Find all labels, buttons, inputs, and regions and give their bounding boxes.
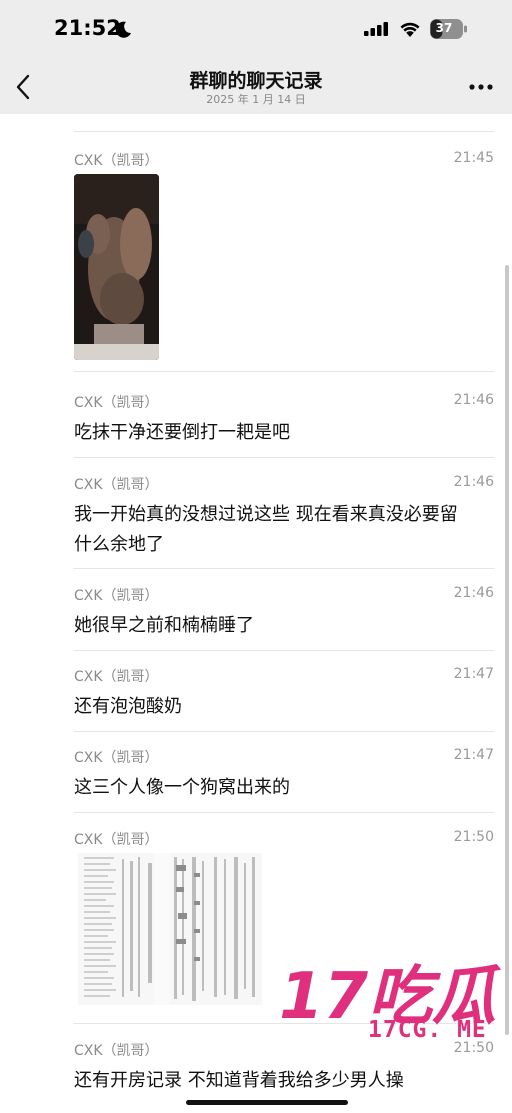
nav-bar: 群聊的聊天记录 2025 年 1 月 14 日: [0, 60, 512, 114]
divider: [74, 568, 494, 569]
video-thumbnail[interactable]: [74, 174, 159, 360]
watermark-domain: 17CG. ME: [368, 1017, 487, 1043]
page-subtitle-date: 2025 年 1 月 14 日: [206, 93, 306, 106]
message-text: 还有泡泡酸奶: [74, 696, 182, 717]
divider: [74, 457, 494, 458]
message-item[interactable]: CXK（凯哥） 21:45: [74, 150, 494, 375]
message-time: 21:46: [453, 585, 494, 601]
status-bar: 21:52 37: [0, 0, 512, 60]
sender-name: CXK（凯哥）: [74, 832, 159, 848]
message-time: 21:50: [453, 829, 494, 845]
message-item[interactable]: CXK（凯哥） 21:46 我一开始真的没想过说这些 现在看来真没必要留 什么余…: [74, 474, 494, 569]
divider: [74, 650, 494, 651]
page-title: 群聊的聊天记录: [189, 70, 323, 92]
message-time: 21:47: [453, 747, 494, 763]
message-item[interactable]: CXK（凯哥） 21:46 她很早之前和楠楠睡了: [74, 585, 494, 651]
divider: [74, 731, 494, 732]
status-time: 21:52: [54, 16, 121, 40]
sender-name: CXK（凯哥）: [74, 588, 159, 604]
sender-name: CXK（凯哥）: [74, 750, 159, 766]
record-screenshot-image: [78, 853, 262, 1005]
more-options-button[interactable]: [464, 74, 498, 100]
video-preview-image: [74, 174, 159, 360]
message-text: 这三个人像一个狗窝出来的: [74, 777, 290, 798]
sender-name: CXK（凯哥）: [74, 1043, 159, 1059]
message-text: 吃抹干净还要倒打一耙是吧: [74, 422, 290, 443]
sender-name: CXK（凯哥）: [74, 395, 159, 411]
message-item[interactable]: CXK（凯哥） 21:47 还有泡泡酸奶: [74, 666, 494, 732]
message-time: 21:47: [453, 666, 494, 682]
sender-name: CXK（凯哥）: [74, 669, 159, 685]
message-item[interactable]: CXK（凯哥） 21:50 还有开房记录 不知道背着我给多少男人操: [74, 1040, 494, 1106]
home-indicator[interactable]: [186, 1100, 348, 1105]
cellular-signal-icon: [364, 22, 388, 36]
wifi-icon: [400, 22, 420, 37]
message-text: 她很早之前和楠楠睡了: [74, 615, 254, 636]
message-item[interactable]: CXK（凯哥） 21:47 这三个人像一个狗窝出来的: [74, 747, 494, 813]
sender-name: CXK（凯哥）: [74, 153, 159, 169]
moon-icon: [115, 21, 131, 38]
message-time: 21:46: [453, 474, 494, 490]
sender-name: CXK（凯哥）: [74, 477, 159, 493]
divider: [74, 131, 494, 132]
message-text: 还有开房记录 不知道背着我给多少男人操: [74, 1070, 404, 1091]
message-text: 我一开始真的没想过说这些 现在看来真没必要留 什么余地了: [74, 504, 458, 555]
message-time: 21:46: [453, 392, 494, 408]
more-dots-icon: [469, 84, 493, 90]
scrollbar[interactable]: [505, 265, 509, 1035]
battery-level: 37: [435, 21, 453, 35]
message-item[interactable]: CXK（凯哥） 21:46 吃抹干净还要倒打一耙是吧: [74, 392, 494, 458]
divider: [74, 812, 494, 813]
message-time: 21:45: [453, 150, 494, 166]
image-thumbnail[interactable]: [78, 853, 262, 1005]
divider: [74, 371, 494, 372]
